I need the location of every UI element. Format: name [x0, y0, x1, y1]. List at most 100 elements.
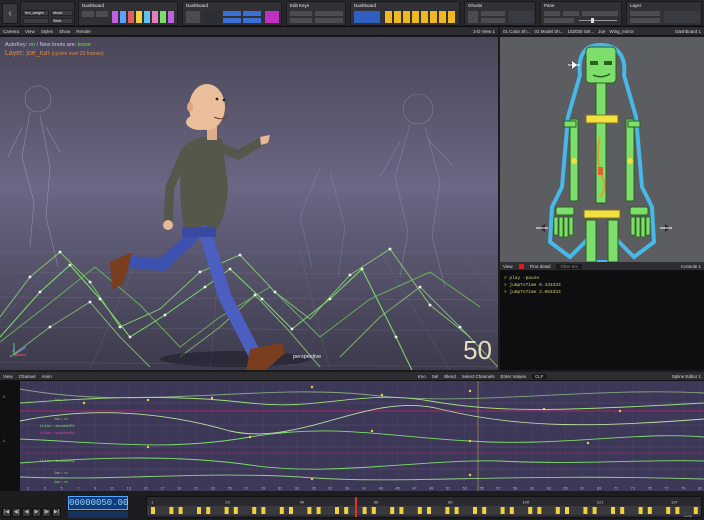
autokey-status: AutoKey: on / New knots are: loose [5, 42, 91, 48]
dopesheet-key[interactable] [528, 507, 533, 514]
enter-values-button[interactable]: Enter Values [501, 374, 526, 379]
dopesheet-key[interactable] [454, 507, 459, 514]
current-frame-field[interactable]: 00000050.00 [68, 496, 128, 510]
step-forward-icon[interactable]: |▶ [42, 508, 51, 517]
play-back-icon[interactable]: ◀ [22, 508, 31, 517]
viewport-menu-styles[interactable]: Styles [41, 29, 53, 34]
channel-label[interactable]: Joe :: Y [54, 398, 67, 402]
dopesheet-key[interactable] [197, 507, 201, 514]
dopesheet-key[interactable] [261, 507, 266, 514]
channel-label[interactable]: Joe :: rz [54, 480, 68, 484]
back-icon[interactable]: ‹ [2, 3, 18, 24]
mode-field[interactable]: Mode [51, 10, 73, 16]
console-output[interactable]: > play -pause > jumpToTime 0.433333 > ju… [500, 271, 704, 370]
toolbar-group-pane: Pane [540, 1, 622, 26]
channel-label[interactable]: Lf.Arm :: shoulderRx [40, 424, 75, 428]
dopesheet-key[interactable] [638, 507, 643, 514]
weight-field[interactable]: frm_weight [23, 10, 49, 16]
tab-model-sheet[interactable]: 01 Model Sh... [535, 29, 564, 34]
rewind-end-icon[interactable]: ▶| [52, 508, 61, 517]
channel-label[interactable]: Lf.Arm :: shoulderRy [40, 459, 75, 463]
dopesheet-timeline[interactable]: 1 23 40 60 80 100 121 137 1405 [146, 496, 702, 518]
dopesheet-key[interactable] [417, 507, 422, 514]
clf-field[interactable]: CLF [531, 373, 547, 379]
dashboard-key-buttons[interactable] [351, 9, 461, 27]
dopesheet-key[interactable] [509, 507, 514, 514]
dopesheet-key[interactable] [583, 507, 588, 514]
dopesheet-key[interactable] [307, 507, 312, 514]
tab-sel[interactable]: 102030 Sel... [568, 29, 595, 34]
spline-menu-channel[interactable]: Channel [19, 374, 36, 379]
dopesheet-key[interactable] [611, 507, 615, 514]
tab-joe[interactable]: Joe [598, 29, 605, 34]
dopesheet-key[interactable] [233, 507, 238, 514]
blend-button[interactable]: Blend [444, 374, 456, 379]
dopesheet-key[interactable] [445, 507, 450, 514]
channel-label[interactable]: Lf.Arm :: shoulderRz [40, 431, 75, 435]
rewind-start-icon[interactable]: |◀ [2, 508, 11, 517]
dopesheet-key[interactable] [473, 507, 477, 514]
dopesheet-key[interactable] [390, 507, 395, 514]
dopesheet-key[interactable] [500, 507, 505, 514]
dopesheet-key[interactable] [279, 507, 284, 514]
dopesheet-key[interactable] [620, 507, 625, 514]
fine-detail-checkbox[interactable] [518, 263, 524, 269]
channel-label[interactable]: Joe :: rx [54, 417, 68, 421]
dopesheet-key[interactable] [647, 507, 652, 514]
dopesheet-key[interactable] [675, 507, 680, 514]
dopesheet-key[interactable] [206, 507, 211, 514]
channel-label[interactable]: Joe :: rx [54, 471, 68, 475]
dopesheet-key[interactable] [252, 507, 257, 514]
dopesheet-key[interactable] [178, 507, 183, 514]
spline-editor[interactable]: 1 3 5 7 9 11 13 15 17 19 21 23 25 27 29 31 33 35 37 39 41 43 4… [0, 381, 704, 491]
viewport-menu-render[interactable]: Render [76, 29, 91, 34]
frame-tick-label: 17 [160, 487, 164, 491]
dopesheet-key[interactable] [344, 507, 349, 514]
frame-tick-label: 61 [530, 487, 534, 491]
dopesheet-key[interactable] [151, 507, 155, 514]
dopesheet-key[interactable] [666, 507, 671, 514]
frame-slider[interactable] [68, 511, 128, 518]
dopesheet-key[interactable] [289, 507, 293, 514]
dashboard-swatches[interactable] [79, 9, 179, 27]
dopesheet-key[interactable] [592, 507, 597, 514]
dopesheet-key[interactable] [335, 507, 339, 514]
dopesheet-key[interactable] [565, 507, 569, 514]
layer-controls[interactable] [627, 9, 703, 27]
viewport-menu-view[interactable]: View [25, 29, 35, 34]
dashboard-controls[interactable] [183, 9, 283, 27]
play-icon[interactable]: ▶ [32, 508, 41, 517]
dopesheet-key[interactable] [362, 507, 367, 514]
edit-keys-controls[interactable] [287, 9, 347, 27]
knots-button[interactable]: Kno [418, 374, 426, 379]
slide-field[interactable]: Slide [51, 18, 73, 24]
dopesheet-key[interactable] [316, 507, 321, 514]
tab-wing-mirror[interactable]: Wing_mirror [609, 29, 634, 34]
step-back-icon[interactable]: ◀| [12, 508, 21, 517]
frame-tick-label: 71 [614, 487, 618, 491]
dopesheet-key[interactable] [169, 507, 174, 514]
viewport-menu-show[interactable]: Show [59, 29, 70, 34]
select-button[interactable]: Sel [432, 374, 439, 379]
dopesheet-key[interactable] [371, 507, 376, 514]
dopesheet-key[interactable] [693, 507, 698, 514]
dopesheet-key[interactable] [399, 507, 404, 514]
console-menu-view[interactable]: View [503, 264, 513, 269]
dopesheet-key[interactable] [537, 507, 542, 514]
spline-menu-anim[interactable]: Anim [41, 374, 51, 379]
spline-menu-view[interactable]: View [3, 374, 13, 379]
dopesheet-key[interactable] [482, 507, 487, 514]
dopesheet-key[interactable] [224, 507, 229, 514]
frame-tick-label: 29 [261, 487, 265, 491]
mode-select[interactable] [23, 18, 49, 24]
dopesheet-key[interactable] [555, 507, 560, 514]
character-picker-sheet[interactable] [500, 37, 704, 262]
dopesheet-key[interactable] [427, 507, 431, 514]
ghosts-controls[interactable] [465, 9, 537, 27]
3d-viewport[interactable]: AutoKey: on / New knots are: loose Layer… [0, 37, 498, 370]
filter-field[interactable]: Filter tex [556, 263, 582, 269]
pane-controls[interactable] [541, 9, 623, 27]
tab-color-sheet[interactable]: 01 Color Sh... [503, 29, 531, 34]
viewport-menu-camera[interactable]: Camera [3, 29, 19, 34]
select-channels-button[interactable]: Select Channels [462, 374, 495, 379]
